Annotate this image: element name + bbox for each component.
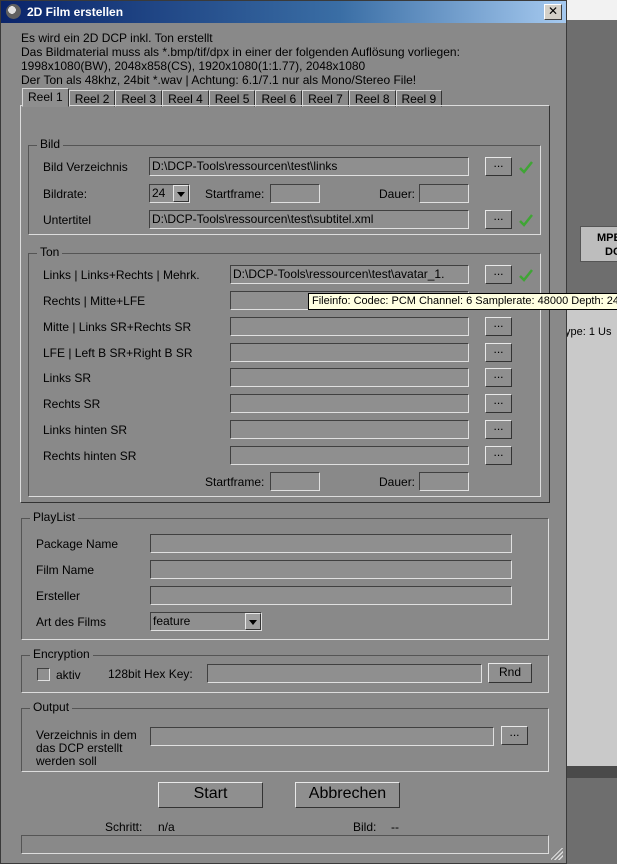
bild-startframe-input[interactable] (270, 184, 320, 203)
ton-row-label: Links SR (43, 371, 92, 385)
rnd-button[interactable]: Rnd (488, 663, 532, 683)
schritt-value: n/a (158, 820, 175, 834)
dialog-window: 2D Film erstellen ✕ Es wird ein 2D DCP i… (0, 0, 617, 864)
schritt-label: Schritt: (105, 820, 143, 834)
ton-browse-button[interactable]: ... (485, 420, 512, 439)
art-des-films-label: Art des Films (36, 615, 107, 629)
aktiv-label: aktiv (56, 668, 81, 682)
chevron-down-icon[interactable] (245, 613, 261, 630)
bild-verzeichnis-label: Bild Verzeichnis (43, 160, 128, 174)
aktiv-checkbox[interactable] (37, 668, 50, 681)
info-line: Das Bildmaterial muss als *.bmp/tif/dpx … (21, 45, 460, 59)
untertitel-label: Untertitel (43, 213, 92, 227)
chevron-down-icon[interactable] (173, 185, 189, 202)
background-header (566, 0, 617, 20)
ton-browse-button[interactable]: ... (485, 343, 512, 362)
ton-group-title: Ton (37, 245, 63, 259)
ton-startframe-input[interactable] (270, 472, 320, 491)
background-sidebox (566, 296, 617, 766)
output-browse-button[interactable]: ... (501, 726, 528, 745)
ton-dauer-label: Dauer: (379, 475, 416, 489)
background-label: ype: 1 Us (565, 326, 612, 338)
bildrate-select[interactable]: 24 (149, 184, 190, 203)
background-button[interactable]: MPE DC (580, 226, 617, 262)
untertitel-input[interactable]: D:\DCP-Tools\ressourcen\test\subtitel.xm… (149, 210, 469, 229)
background-bar (566, 766, 617, 778)
ersteller-input[interactable] (150, 586, 512, 605)
ton-row-label: Rechts SR (43, 397, 101, 411)
background-button-line2: DC (605, 246, 617, 258)
untertitel-browse-button[interactable]: ... (485, 210, 512, 229)
info-line: 1998x1080(BW), 2048x858(CS), 1920x1080(1… (21, 59, 366, 73)
ton-row-label: Links hinten SR (43, 423, 128, 437)
ton-browse-button[interactable]: ... (485, 394, 512, 413)
art-des-films-select[interactable]: feature (150, 612, 262, 631)
art-des-films-value: feature (153, 614, 191, 628)
progress-bar (21, 835, 549, 854)
film-name-input[interactable] (150, 560, 512, 579)
bild-startframe-label: Startframe: (205, 187, 265, 201)
ton-dauer-input[interactable] (419, 472, 469, 491)
film-reel-icon (6, 4, 21, 19)
output-label-line: werden soll (36, 754, 97, 768)
ton-row-label: Rechts hinten SR (43, 449, 137, 463)
bild-verzeichnis-input[interactable]: D:\DCP-Tools\ressourcen\test\links (149, 157, 469, 176)
film-name-label: Film Name (36, 563, 95, 577)
bild-dauer-input[interactable] (419, 184, 469, 203)
ersteller-label: Ersteller (36, 589, 81, 603)
ton-row-label: Mitte | Links SR+Rechts SR (43, 320, 192, 334)
ton-row-label: LFE | Left B SR+Right B SR (43, 346, 193, 360)
output-verzeichnis-input[interactable] (150, 727, 494, 746)
ton-browse-button[interactable]: ... (485, 317, 512, 336)
ton-row-input[interactable] (230, 343, 469, 362)
start-button[interactable]: Start (158, 782, 263, 808)
ton-browse-button[interactable]: ... (485, 368, 512, 387)
hexkey-label: 128bit Hex Key: (108, 667, 193, 681)
ton-row-input[interactable] (230, 394, 469, 413)
bild-status-label: Bild: (353, 820, 377, 834)
title-bar[interactable]: 2D Film erstellen ✕ (1, 1, 566, 23)
ton-browse-button[interactable]: ... (485, 265, 512, 284)
playlist-group-title: PlayList (30, 510, 79, 524)
ton-row-input[interactable] (230, 368, 469, 387)
output-group-title: Output (30, 700, 73, 714)
bild-dauer-label: Dauer: (379, 187, 416, 201)
encryption-group-title: Encryption (30, 647, 93, 661)
output-verzeichnis-label: Verzeichnis in dem das DCP erstellt werd… (36, 729, 137, 768)
ton-row-input[interactable]: D:\DCP-Tools\ressourcen\test\avatar_1. (230, 265, 469, 284)
resize-grip-icon[interactable] (551, 848, 563, 860)
fileinfo-tooltip: Fileinfo: Codec: PCM Channel: 6 Samplera… (308, 293, 617, 310)
tab-reel-1[interactable]: Reel 1 (22, 88, 69, 107)
package-name-input[interactable] (150, 534, 512, 553)
ton-startframe-label: Startframe: (205, 475, 265, 489)
info-line: Es wird ein 2D DCP inkl. Ton erstellt (21, 31, 213, 45)
checkmark-icon (519, 161, 533, 174)
bild-browse-button[interactable]: ... (485, 157, 512, 176)
ton-browse-button[interactable]: ... (485, 446, 512, 465)
package-name-label: Package Name (36, 537, 119, 551)
close-button[interactable]: ✕ (544, 4, 562, 20)
ton-row-input[interactable] (230, 317, 469, 336)
ton-row-label: Links | Links+Rechts | Mehrk. (43, 268, 200, 282)
window-title: 2D Film erstellen (27, 5, 124, 19)
ton-row-input[interactable] (230, 446, 469, 465)
hexkey-input[interactable] (207, 664, 482, 683)
abbrechen-button[interactable]: Abbrechen (295, 782, 400, 808)
ton-row-label: Rechts | Mitte+LFE (43, 294, 146, 308)
bild-group-title: Bild (37, 137, 64, 151)
checkmark-icon (519, 214, 533, 227)
checkmark-icon (519, 269, 533, 282)
background-button-line1: MPE (597, 232, 617, 244)
bildrate-value: 24 (152, 186, 166, 200)
ton-row-input[interactable] (230, 420, 469, 439)
reel-tabs: Reel 1 Reel 2 Reel 3 Reel 4 Reel 5 Reel … (22, 88, 443, 107)
info-line: Der Ton als 48khz, 24bit *.wav | Achtung… (21, 73, 417, 87)
bildrate-label: Bildrate: (43, 187, 88, 201)
bild-status-value: -- (391, 820, 399, 834)
info-text: Es wird ein 2D DCP inkl. Ton erstellt Da… (21, 31, 460, 87)
